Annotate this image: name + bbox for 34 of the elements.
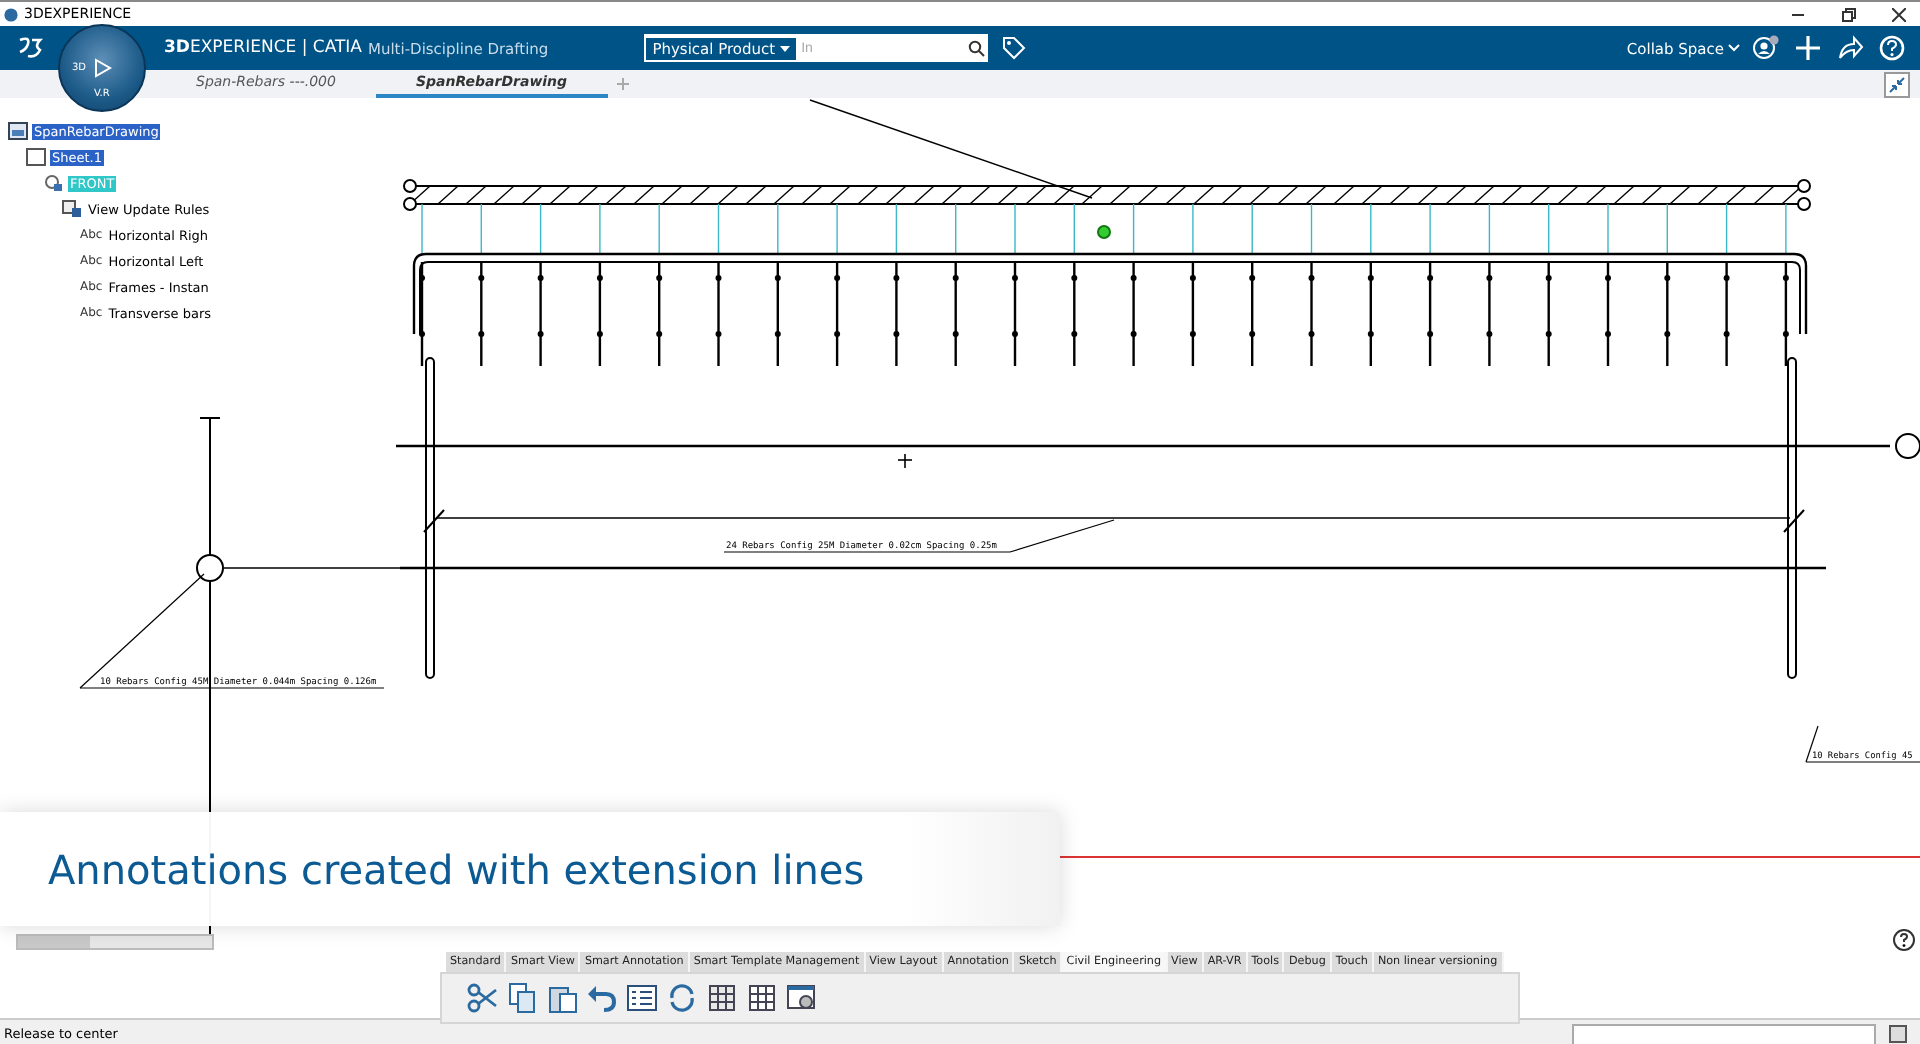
plus-icon[interactable] (1794, 34, 1822, 62)
share-icon[interactable] (1836, 34, 1864, 62)
caption-text: Annotations created with extension lines (48, 845, 865, 893)
anchor-point[interactable] (1097, 225, 1111, 239)
move-cursor-icon (897, 453, 913, 469)
caret-icon (1728, 44, 1740, 52)
minimize-icon[interactable] (1792, 13, 1804, 15)
command-icon[interactable] (1888, 1024, 1908, 1044)
tag-icon[interactable] (1000, 34, 1029, 62)
undo-icon[interactable] (586, 982, 618, 1014)
app-brand: 3DEXPERIENCE | CATIA (164, 38, 362, 58)
copy-icon[interactable] (506, 982, 538, 1014)
grid-icon[interactable] (706, 982, 738, 1014)
cut-icon[interactable] (466, 982, 498, 1014)
horizontal-scrollbar[interactable] (16, 934, 214, 950)
grid-icon[interactable] (746, 982, 778, 1014)
command-field[interactable] (1572, 1023, 1876, 1044)
caret-icon (779, 45, 790, 51)
list-icon[interactable] (626, 982, 658, 1014)
rules-icon (62, 200, 82, 218)
view-icon (44, 174, 64, 192)
sheet-icon (26, 148, 46, 166)
exit-fullscreen-icon[interactable] (1884, 72, 1910, 98)
search-icon[interactable] (968, 39, 989, 57)
refresh-icon[interactable] (666, 982, 698, 1014)
close-icon[interactable] (1891, 7, 1905, 21)
restore-icon[interactable] (1841, 7, 1855, 21)
logo-icon (16, 34, 44, 62)
app-icon (4, 7, 18, 21)
help-icon[interactable] (1892, 928, 1916, 952)
paste-icon[interactable] (546, 982, 578, 1014)
drawing-icon (8, 122, 28, 140)
user-icon[interactable] (1752, 34, 1780, 62)
window-gear-icon[interactable] (786, 982, 818, 1014)
